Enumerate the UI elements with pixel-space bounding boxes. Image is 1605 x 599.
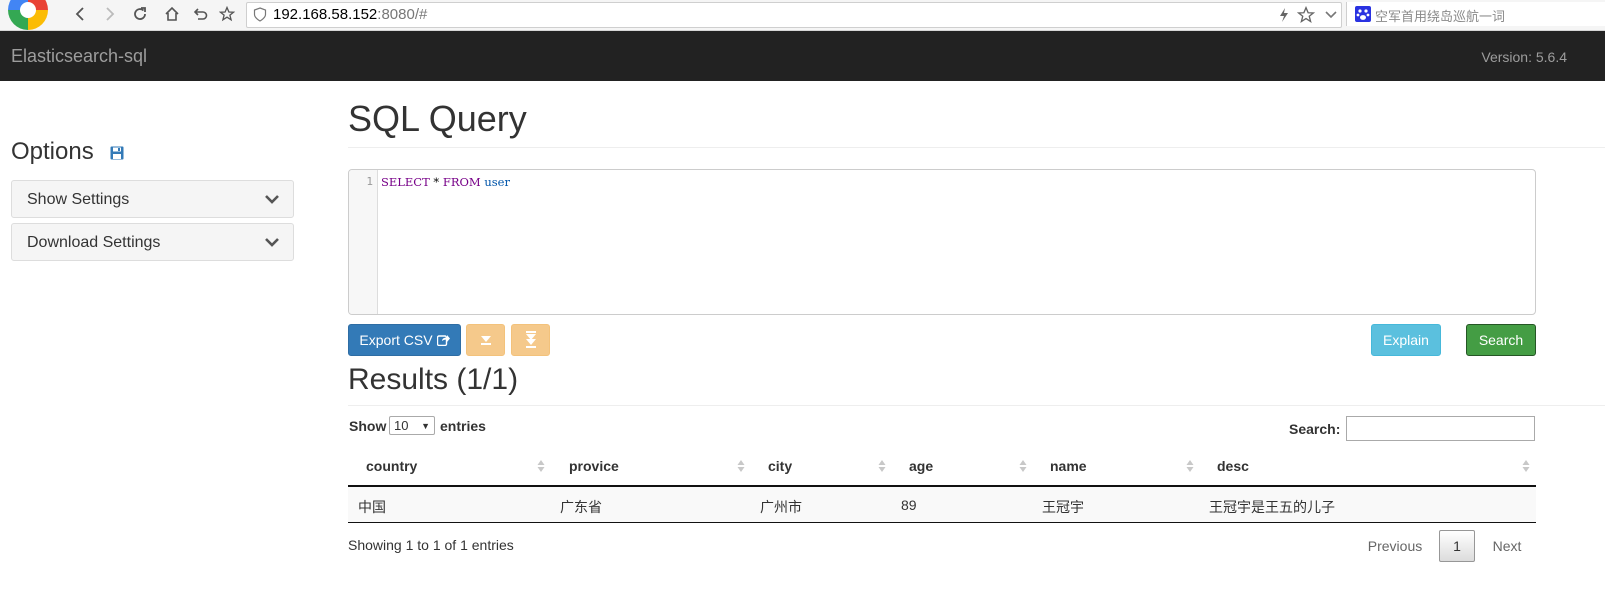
next-page-button[interactable]: Next xyxy=(1478,530,1536,562)
chevron-down-icon xyxy=(265,238,279,247)
url-port-path: :8080/# xyxy=(377,6,428,23)
previous-page-button[interactable]: Previous xyxy=(1355,530,1435,562)
sort-icon[interactable] xyxy=(878,459,886,473)
browser-search-box[interactable]: 空军首用绕岛巡航一词 xyxy=(1346,2,1605,26)
cell-desc: 王冠宇是王五的儿子 xyxy=(1209,499,1335,515)
address-bar[interactable]: 192.168.58.152:8080/# xyxy=(246,2,1342,28)
table-row[interactable] xyxy=(348,487,1536,522)
favorite-star-icon[interactable] xyxy=(1297,6,1315,24)
share-icon xyxy=(436,335,450,346)
lightning-icon[interactable] xyxy=(1279,8,1289,22)
browser-logo-icon[interactable] xyxy=(8,0,48,30)
export-csv-label: Export CSV xyxy=(359,332,433,348)
column-header-country[interactable]: country xyxy=(366,458,417,474)
column-header-name[interactable]: name xyxy=(1050,458,1087,474)
browser-search-placeholder: 空军首用绕岛巡航一词 xyxy=(1375,9,1506,24)
page-size-select[interactable]: 10 ▼ xyxy=(389,416,435,435)
results-title: Results (1/1) xyxy=(348,363,519,396)
column-header-age[interactable]: age xyxy=(909,458,933,474)
page-size-value: 10 xyxy=(394,418,409,433)
cell-age: 89 xyxy=(901,497,917,513)
show-settings-panel[interactable]: Show Settings xyxy=(11,180,294,218)
forward-arrow-icon[interactable] xyxy=(98,3,120,25)
show-settings-label: Show Settings xyxy=(27,191,130,208)
options-title: Options xyxy=(11,138,94,165)
app-navbar: Elasticsearch-sql Version: 5.6.4 xyxy=(0,31,1605,81)
baidu-paw-icon xyxy=(1355,6,1371,22)
cell-name: 王冠宇 xyxy=(1042,499,1084,515)
version-label: Version: 5.6.4 xyxy=(1481,49,1567,65)
save-icon[interactable] xyxy=(110,146,124,160)
download-settings-label: Download Settings xyxy=(27,234,161,251)
keyword-select: SELECT xyxy=(381,175,430,189)
keyword-from: FROM xyxy=(442,175,481,189)
line-number: 1 xyxy=(366,175,373,188)
download-icon xyxy=(480,336,491,345)
sort-icon[interactable] xyxy=(737,459,745,473)
back-arrow-icon[interactable] xyxy=(70,3,92,25)
download-button[interactable] xyxy=(466,324,505,356)
app-brand[interactable]: Elasticsearch-sql xyxy=(11,46,147,67)
column-header-desc[interactable]: desc xyxy=(1217,458,1249,474)
undo-icon[interactable] xyxy=(189,3,211,25)
browser-toolbar: 192.168.58.152:8080/# 空军首用绕岛巡航一词 xyxy=(0,0,1605,31)
sort-icon[interactable] xyxy=(1186,459,1194,473)
divider xyxy=(348,405,1605,406)
home-icon[interactable] xyxy=(161,3,183,25)
chevron-down-icon[interactable] xyxy=(1324,10,1338,20)
bookmark-star-icon[interactable] xyxy=(216,3,238,25)
sort-icon[interactable] xyxy=(1019,459,1027,473)
column-header-provice[interactable]: provice xyxy=(569,458,619,474)
shield-icon xyxy=(253,7,267,22)
explain-button[interactable]: Explain xyxy=(1371,324,1441,356)
sql-editor[interactable]: 1 SELECT * FROM user xyxy=(348,169,1536,315)
page-1-button[interactable]: 1 xyxy=(1439,530,1475,562)
chevron-down-icon xyxy=(265,195,279,204)
operator-star: * xyxy=(429,175,443,189)
table-info: Showing 1 to 1 of 1 entries xyxy=(348,537,514,553)
sort-icon[interactable] xyxy=(1522,459,1530,473)
table-bottom-border xyxy=(348,522,1536,523)
divider xyxy=(348,147,1605,148)
entries-label: entries xyxy=(440,418,486,434)
dropdown-arrow-icon: ▼ xyxy=(421,421,430,431)
url-text: 192.168.58.152:8080/# xyxy=(273,6,427,23)
download-all-icon xyxy=(525,331,536,348)
reload-icon[interactable] xyxy=(129,3,151,25)
page-title: SQL Query xyxy=(348,98,527,139)
column-header-city[interactable]: city xyxy=(768,458,792,474)
code-line[interactable]: SELECT * FROM user xyxy=(381,175,510,189)
cell-city: 广州市 xyxy=(760,499,802,515)
sort-icon[interactable] xyxy=(537,459,545,473)
table-name: user xyxy=(480,175,510,189)
cell-country: 中国 xyxy=(358,499,386,515)
download-settings-panel[interactable]: Download Settings xyxy=(11,223,294,261)
show-label: Show xyxy=(349,418,387,434)
editor-gutter: 1 xyxy=(349,170,378,314)
table-search-label: Search: xyxy=(1289,421,1341,437)
table-search-input[interactable] xyxy=(1346,416,1535,441)
url-host: 192.168.58.152 xyxy=(273,6,378,23)
download-all-button[interactable] xyxy=(511,324,550,356)
search-button[interactable]: Search xyxy=(1466,324,1536,356)
export-csv-button[interactable]: Export CSV xyxy=(348,324,461,356)
cell-provice: 广东省 xyxy=(560,499,602,515)
